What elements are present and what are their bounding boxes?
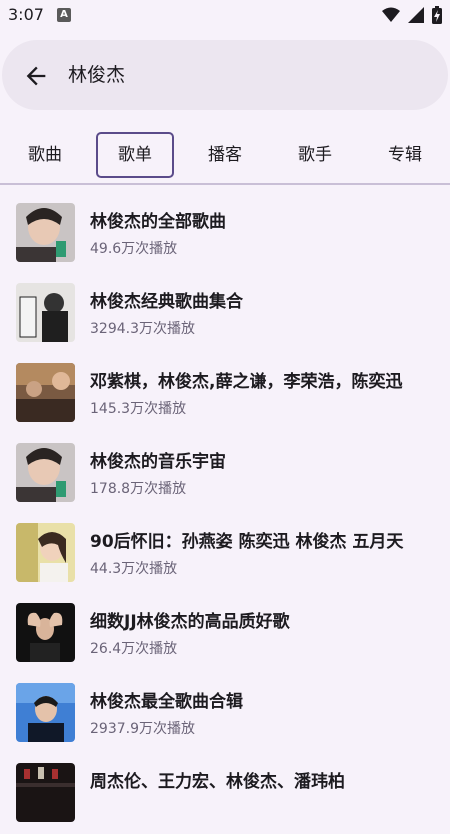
playlist-item[interactable]: 林俊杰的全部歌曲 49.6万次播放 — [0, 194, 450, 274]
playlist-title: 林俊杰经典歌曲集合 — [90, 292, 243, 312]
playlist-title: 90后怀旧：孙燕姿 陈奕迅 林俊杰 五月天 — [90, 532, 404, 552]
playlist-play-count: 44.3万次播放 — [90, 561, 178, 577]
playlist-cover — [16, 523, 75, 582]
playlist-play-count: 26.4万次播放 — [90, 641, 178, 657]
tab-podcasts[interactable]: 播客 — [190, 132, 260, 178]
playlist-title: 细数JJ林俊杰的高品质好歌 — [90, 612, 290, 632]
playlist-cover — [16, 203, 75, 262]
playlist-cover — [16, 283, 75, 342]
tab-albums[interactable]: 专辑 — [372, 132, 438, 178]
playlist-play-count: 3294.3万次播放 — [90, 321, 195, 337]
playlist-play-count: 49.6万次播放 — [90, 241, 178, 257]
playlist-item[interactable]: 林俊杰最全歌曲合辑 2937.9万次播放 — [0, 674, 450, 754]
status-icons — [382, 6, 442, 24]
status-bar: 3:07 A — [0, 0, 450, 32]
playlist-play-count: 178.8万次播放 — [90, 481, 187, 497]
playlist-title: 邓紫棋，林俊杰,薛之谦，李荣浩，陈奕迅 — [90, 372, 403, 392]
tab-artists[interactable]: 歌手 — [280, 132, 350, 178]
playlist-cover — [16, 763, 75, 822]
playlist-item[interactable]: 林俊杰的音乐宇宙 178.8万次播放 — [0, 434, 450, 514]
tab-bar: 歌曲 歌单 播客 歌手 专辑 — [0, 126, 450, 184]
tab-playlists[interactable]: 歌单 — [96, 132, 174, 178]
playlist-item[interactable]: 周杰伦、王力宏、林俊杰、潘玮柏 — [0, 754, 450, 834]
playlist-item[interactable]: 90后怀旧：孙燕姿 陈奕迅 林俊杰 五月天 44.3万次播放 — [0, 514, 450, 594]
playlist-cover — [16, 603, 75, 662]
playlist-title: 周杰伦、王力宏、林俊杰、潘玮柏 — [90, 772, 345, 792]
playlist-cover — [16, 443, 75, 502]
tab-songs[interactable]: 歌曲 — [12, 132, 78, 178]
search-bar[interactable]: 林俊杰 — [2, 40, 448, 110]
playlist-play-count: 145.3万次播放 — [90, 401, 187, 417]
wifi-icon — [382, 7, 400, 22]
playlist-item[interactable]: 邓紫棋，林俊杰,薛之谦，李荣浩，陈奕迅 145.3万次播放 — [0, 354, 450, 434]
playlist-item[interactable]: 林俊杰经典歌曲集合 3294.3万次播放 — [0, 274, 450, 354]
tabs-divider — [0, 183, 450, 185]
battery-charging-icon — [432, 6, 442, 24]
playlist-title: 林俊杰的音乐宇宙 — [90, 452, 226, 472]
playlist-title: 林俊杰最全歌曲合辑 — [90, 692, 243, 712]
playlist-play-count: 2937.9万次播放 — [90, 721, 195, 737]
back-button[interactable] — [22, 62, 50, 90]
notification-icon: A — [57, 8, 71, 22]
playlist-cover — [16, 363, 75, 422]
playlist-cover — [16, 683, 75, 742]
status-time: 3:07 — [8, 5, 44, 24]
search-query[interactable]: 林俊杰 — [68, 62, 125, 88]
playlist-item[interactable]: 细数JJ林俊杰的高品质好歌 26.4万次播放 — [0, 594, 450, 674]
cellular-signal-icon — [408, 7, 424, 23]
playlist-title: 林俊杰的全部歌曲 — [90, 212, 226, 232]
arrow-back-icon — [26, 66, 46, 86]
